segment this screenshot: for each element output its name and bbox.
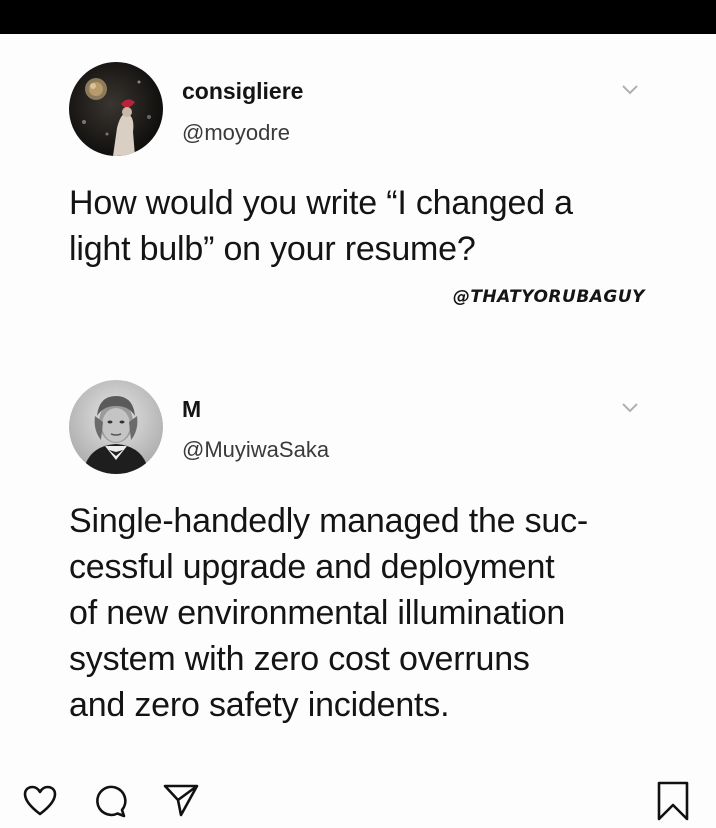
heart-icon[interactable] xyxy=(22,784,58,818)
watermark-text: @THATYORUBAGUY xyxy=(452,287,645,307)
avatar[interactable] xyxy=(69,62,163,156)
post-image: consigliere @moyodre How would you write… xyxy=(0,34,716,828)
comment-icon[interactable] xyxy=(92,783,128,819)
tweet-text: Single-handedly managed the suc- cessful… xyxy=(69,502,589,724)
user-handle[interactable]: @MuyiwaSaka xyxy=(182,437,329,463)
action-bar xyxy=(0,776,716,828)
tweet-text: How would you write “I changed a light b… xyxy=(69,184,573,268)
chevron-down-icon[interactable] xyxy=(620,82,640,96)
user-handle[interactable]: @moyodre xyxy=(182,120,290,146)
display-name[interactable]: consigliere xyxy=(182,78,303,105)
bookmark-icon[interactable] xyxy=(656,780,690,822)
avatar-dark-art-icon xyxy=(69,62,163,156)
avatar[interactable] xyxy=(69,380,163,474)
tweet-1: consigliere @moyodre How would you write… xyxy=(0,34,716,364)
display-name[interactable]: M xyxy=(182,396,201,423)
tweet-2: M @MuyiwaSaka Single-handedly managed th… xyxy=(0,364,716,764)
chevron-down-icon[interactable] xyxy=(620,400,640,414)
send-icon[interactable] xyxy=(162,782,200,818)
avatar-portrait-icon xyxy=(69,380,163,474)
top-bar xyxy=(0,0,716,34)
